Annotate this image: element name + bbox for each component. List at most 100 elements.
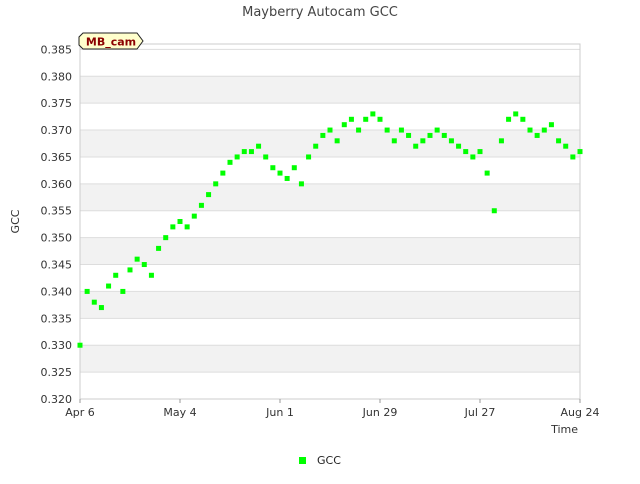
data-point xyxy=(391,138,397,144)
plot-bands xyxy=(80,76,580,373)
y-tick-label: 0.330 xyxy=(41,339,73,352)
y-tick-label: 0.345 xyxy=(41,259,73,272)
data-point xyxy=(113,272,119,278)
data-point xyxy=(420,138,426,144)
legend: GCC xyxy=(299,454,341,467)
data-point xyxy=(541,127,547,133)
data-point xyxy=(463,149,469,155)
x-axis-ticks: Apr 6 May 4 Jun 1 Jun 29 Jul 27 Aug 24 xyxy=(65,399,599,419)
data-point xyxy=(291,165,297,171)
y-tick-label: 0.375 xyxy=(41,97,73,110)
y-tick-label: 0.385 xyxy=(41,43,73,56)
plot-band xyxy=(80,76,580,104)
data-point xyxy=(534,132,540,138)
y-tick-label: 0.320 xyxy=(41,393,73,406)
x-tick-label: Jul 27 xyxy=(464,406,496,419)
data-point xyxy=(234,154,240,160)
data-point xyxy=(248,149,254,155)
data-point xyxy=(484,170,490,176)
x-axis-label: Time xyxy=(550,423,578,436)
y-tick-label: 0.350 xyxy=(41,232,73,245)
chart: 0.320 0.325 0.330 0.335 0.340 0.345 0.350 0.355… xyxy=(0,0,640,480)
data-point xyxy=(306,154,312,160)
data-point xyxy=(141,262,147,268)
data-point xyxy=(156,245,162,251)
data-point xyxy=(370,111,376,117)
badge-label: MB_cam xyxy=(86,36,136,49)
y-axis-ticks: 0.320 0.325 0.330 0.335 0.340 0.345 0.350 0.355… xyxy=(41,43,73,406)
plot-band xyxy=(80,291,580,319)
data-point xyxy=(384,127,390,133)
chart-title: Mayberry Autocam GCC xyxy=(242,5,398,20)
data-point xyxy=(513,111,519,117)
y-tick-label: 0.380 xyxy=(41,70,73,83)
x-tick-label: May 4 xyxy=(163,406,196,419)
data-point xyxy=(284,175,290,181)
data-point xyxy=(327,127,333,133)
data-point xyxy=(191,213,197,219)
data-point xyxy=(148,272,154,278)
data-point xyxy=(134,256,140,262)
data-point xyxy=(427,132,433,138)
plot-band xyxy=(80,345,580,373)
data-point xyxy=(198,202,204,208)
data-point xyxy=(127,267,133,273)
data-point xyxy=(170,224,176,230)
y-tick-label: 0.325 xyxy=(41,366,73,379)
x-tick-label: Jun 1 xyxy=(265,406,294,419)
site-badge: MB_cam xyxy=(78,32,144,50)
data-point xyxy=(91,299,97,305)
data-point xyxy=(406,132,412,138)
data-point xyxy=(227,159,233,165)
plot-band xyxy=(80,183,580,211)
data-point xyxy=(577,149,583,155)
data-point xyxy=(413,143,419,149)
data-point xyxy=(298,181,304,187)
x-tick-label: Aug 24 xyxy=(561,406,600,419)
data-point xyxy=(398,127,404,133)
data-point xyxy=(220,170,226,176)
data-point xyxy=(313,143,319,149)
plot-band xyxy=(80,237,580,265)
y-axis-label: GCC xyxy=(9,209,22,233)
data-point xyxy=(177,219,183,224)
data-point xyxy=(520,116,526,122)
data-point xyxy=(348,116,354,122)
y-tick-label: 0.370 xyxy=(41,124,73,137)
plot-band xyxy=(80,130,580,157)
data-point xyxy=(163,235,169,241)
data-point xyxy=(356,127,362,133)
data-point xyxy=(320,132,326,138)
data-point xyxy=(434,127,440,133)
data-point xyxy=(477,149,483,155)
data-point xyxy=(527,127,533,133)
data-point xyxy=(277,170,283,176)
legend-swatch xyxy=(299,457,306,464)
data-point xyxy=(563,143,569,149)
data-point xyxy=(470,154,476,160)
data-point xyxy=(570,154,576,160)
data-point xyxy=(270,165,276,171)
data-point xyxy=(448,138,454,144)
y-tick-label: 0.360 xyxy=(41,178,73,191)
data-point xyxy=(341,122,347,128)
y-tick-label: 0.335 xyxy=(41,312,73,325)
data-point xyxy=(241,149,247,155)
data-point xyxy=(256,143,262,149)
data-point xyxy=(77,342,83,348)
x-tick-label: Jun 29 xyxy=(362,406,398,419)
data-point xyxy=(120,288,126,294)
data-point xyxy=(106,283,112,289)
data-point xyxy=(334,138,340,144)
data-point xyxy=(456,143,462,149)
y-tick-label: 0.340 xyxy=(41,285,73,298)
data-point xyxy=(506,116,512,122)
data-point xyxy=(213,181,219,187)
data-point xyxy=(548,122,554,128)
data-point xyxy=(441,132,447,138)
chart-svg: 0.320 0.325 0.330 0.335 0.340 0.345 0.350 0.355… xyxy=(9,5,599,467)
legend-label: GCC xyxy=(317,454,341,467)
data-point xyxy=(556,138,562,144)
data-point xyxy=(363,116,369,122)
y-tick-label: 0.365 xyxy=(41,151,73,164)
